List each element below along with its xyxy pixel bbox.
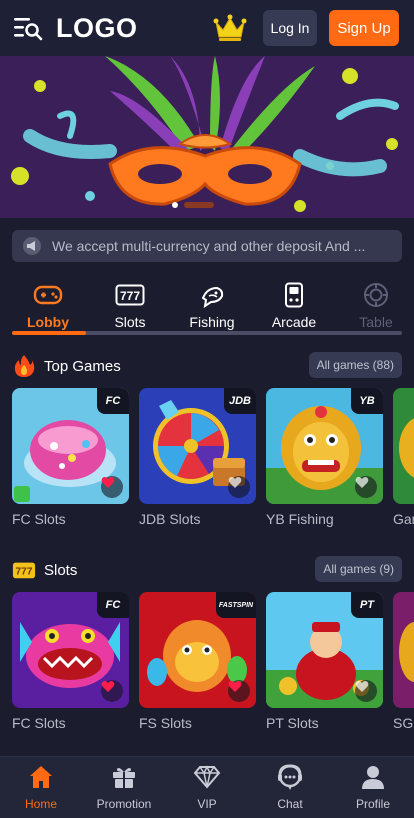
game-thumbnail[interactable]: YB (266, 388, 383, 504)
fish-icon (197, 280, 227, 310)
game-row-slots: FC FC Slots FASTSPIN FS Slots PT PT Slot… (12, 592, 414, 742)
category-tabs: Lobby 777 Slots Fishing Arcade Table (0, 272, 414, 332)
game-name: FC Slots (12, 511, 66, 527)
fire-icon (12, 354, 36, 378)
game-thumbnail[interactable]: JDB (139, 388, 256, 504)
game-card[interactable]: PT PT Slots (266, 592, 383, 731)
all-games-button[interactable]: All games (88) (308, 352, 402, 378)
game-thumbnail[interactable]: FASTSPIN (139, 592, 256, 708)
section-title: Slots (44, 561, 78, 579)
game-thumbnail[interactable]: FC (12, 592, 129, 708)
user-icon (359, 763, 387, 791)
all-games-button[interactable]: All games (9) (315, 556, 402, 582)
heart-icon[interactable] (355, 476, 377, 498)
777-icon: 777 (115, 280, 145, 310)
logo[interactable]: LOGO (56, 13, 138, 44)
arcade-icon (279, 280, 309, 310)
section-title: Top Games (44, 357, 121, 375)
section-header-slots: 777 Slots All games (9) (12, 556, 402, 584)
game-row-top-games: FC FC Slots JDB JDB Slots YB YB Fishing … (12, 388, 414, 538)
gift-icon (110, 763, 138, 791)
game-thumbnail[interactable] (393, 388, 414, 504)
tab-lobby[interactable]: Lobby (8, 272, 88, 330)
game-name: SG (393, 715, 414, 731)
game-thumbnail[interactable]: FC (12, 388, 129, 504)
heart-icon[interactable] (228, 476, 250, 498)
banner-dot-active[interactable] (184, 202, 214, 208)
nav-promotion[interactable]: Promotion (83, 763, 165, 817)
777-icon: 777 (12, 558, 36, 582)
tab-label: Table (359, 314, 393, 330)
nav-label: Profile (355, 797, 390, 811)
announcement-bar[interactable]: We accept multi-currency and other depos… (12, 230, 402, 262)
tab-fishing[interactable]: Fishing (172, 272, 252, 330)
provider-badge: FC (97, 592, 129, 618)
provider-badge: PT (351, 592, 383, 618)
nav-label: Home (24, 797, 57, 811)
banner-dot[interactable] (172, 202, 178, 208)
game-card[interactable]: FC FC Slots (12, 592, 129, 731)
tab-label: Lobby (27, 314, 69, 330)
game-thumbnail[interactable] (393, 592, 414, 708)
provider-badge: FASTSPIN (216, 592, 256, 618)
game-card[interactable]: SG (393, 592, 414, 731)
diamond-icon (193, 763, 221, 791)
game-card[interactable]: FASTSPIN FS Slots (139, 592, 256, 731)
menu-search-icon[interactable] (12, 12, 44, 44)
svg-text:777: 777 (120, 289, 140, 303)
game-thumbnail[interactable]: PT (266, 592, 383, 708)
tab-arcade[interactable]: Arcade (254, 272, 334, 330)
login-button[interactable]: Log In (263, 10, 317, 46)
heart-icon[interactable] (228, 680, 250, 702)
game-name: YB Fishing (266, 511, 334, 527)
tab-table[interactable]: Table (336, 272, 414, 330)
game-name: FC Slots (12, 715, 66, 731)
tab-slots[interactable]: 777 Slots (90, 272, 170, 330)
section-header-top-games: Top Games All games (88) (12, 352, 402, 380)
tab-label: Slots (114, 314, 146, 330)
banner-pagination[interactable] (172, 202, 214, 208)
signup-button[interactable]: Sign Up (329, 10, 399, 46)
chat-icon (276, 763, 304, 791)
header: LOGO Log In Sign Up (0, 0, 414, 56)
provider-badge: FC (97, 388, 129, 414)
home-icon (27, 763, 55, 791)
heart-icon[interactable] (101, 476, 123, 498)
game-card[interactable]: JDB JDB Slots (139, 388, 256, 527)
tab-label: Fishing (189, 314, 235, 330)
nav-vip[interactable]: VIP (166, 763, 248, 817)
heart-icon[interactable] (101, 680, 123, 702)
game-card[interactable]: YB YB Fishing (266, 388, 383, 527)
nav-chat[interactable]: Chat (249, 763, 331, 817)
provider-badge: JDB (224, 388, 256, 414)
game-art-partial (393, 388, 414, 504)
megaphone-icon (22, 236, 42, 256)
promo-banner[interactable] (0, 56, 414, 218)
heart-icon[interactable] (355, 680, 377, 702)
game-name: FS Slots (139, 715, 192, 731)
provider-badge: YB (351, 388, 383, 414)
poker-chip-icon (361, 280, 391, 310)
announcement-text: We accept multi-currency and other depos… (52, 238, 366, 254)
nav-home[interactable]: Home (0, 763, 82, 817)
game-card[interactable]: Gam (393, 388, 414, 527)
nav-label: Promotion (96, 797, 152, 811)
svg-text:777: 777 (16, 567, 33, 578)
tab-label: Arcade (271, 314, 317, 330)
bottom-navigation: Home Promotion VIP Chat Profile (0, 756, 414, 818)
carnival-mask-illustration (0, 56, 414, 218)
gamepad-icon (33, 280, 63, 310)
nav-profile[interactable]: Profile (332, 763, 414, 817)
game-name: Gam (393, 511, 414, 527)
tabs-active-indicator (12, 331, 86, 335)
game-art-partial (393, 592, 414, 708)
app-page: LOGO Log In Sign Up We accept multi-curr… (0, 0, 414, 818)
crown-icon[interactable] (212, 12, 248, 44)
game-name: PT Slots (266, 715, 319, 731)
nav-label: VIP (197, 797, 217, 811)
nav-label: Chat (277, 797, 303, 811)
game-card[interactable]: FC FC Slots (12, 388, 129, 527)
game-name: JDB Slots (139, 511, 201, 527)
